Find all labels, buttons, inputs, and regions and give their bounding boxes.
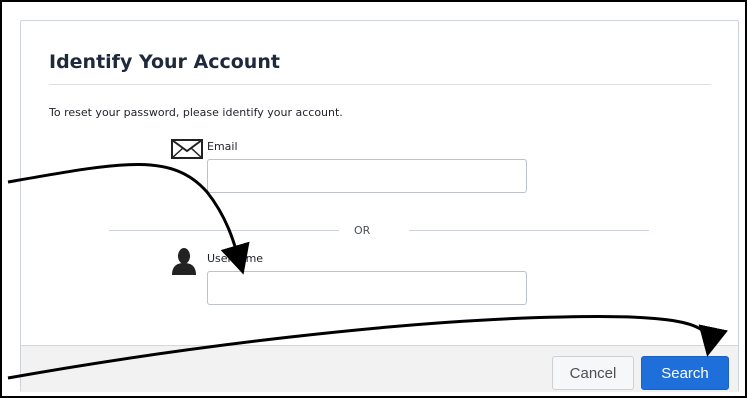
or-divider-right: [409, 230, 649, 231]
or-divider-left: [109, 230, 339, 231]
title-divider: [49, 84, 711, 85]
dialog-footer: Cancel Search: [21, 345, 738, 392]
dialog-title: Identify Your Account: [49, 51, 280, 73]
user-silhouette-icon: [171, 247, 197, 279]
search-button[interactable]: Search: [641, 356, 729, 390]
identify-account-dialog: Identify Your Account To reset your pass…: [20, 20, 739, 392]
instructions-text: To reset your password, please identify …: [49, 106, 343, 119]
screenshot-frame: Identify Your Account To reset your pass…: [0, 0, 747, 398]
email-field[interactable]: [207, 159, 527, 193]
or-separator-text: OR: [354, 224, 371, 237]
envelope-icon: [171, 139, 203, 163]
username-label: Username: [207, 252, 264, 265]
username-field[interactable]: [207, 271, 527, 305]
email-label: Email: [207, 140, 238, 153]
cancel-button[interactable]: Cancel: [552, 356, 634, 390]
